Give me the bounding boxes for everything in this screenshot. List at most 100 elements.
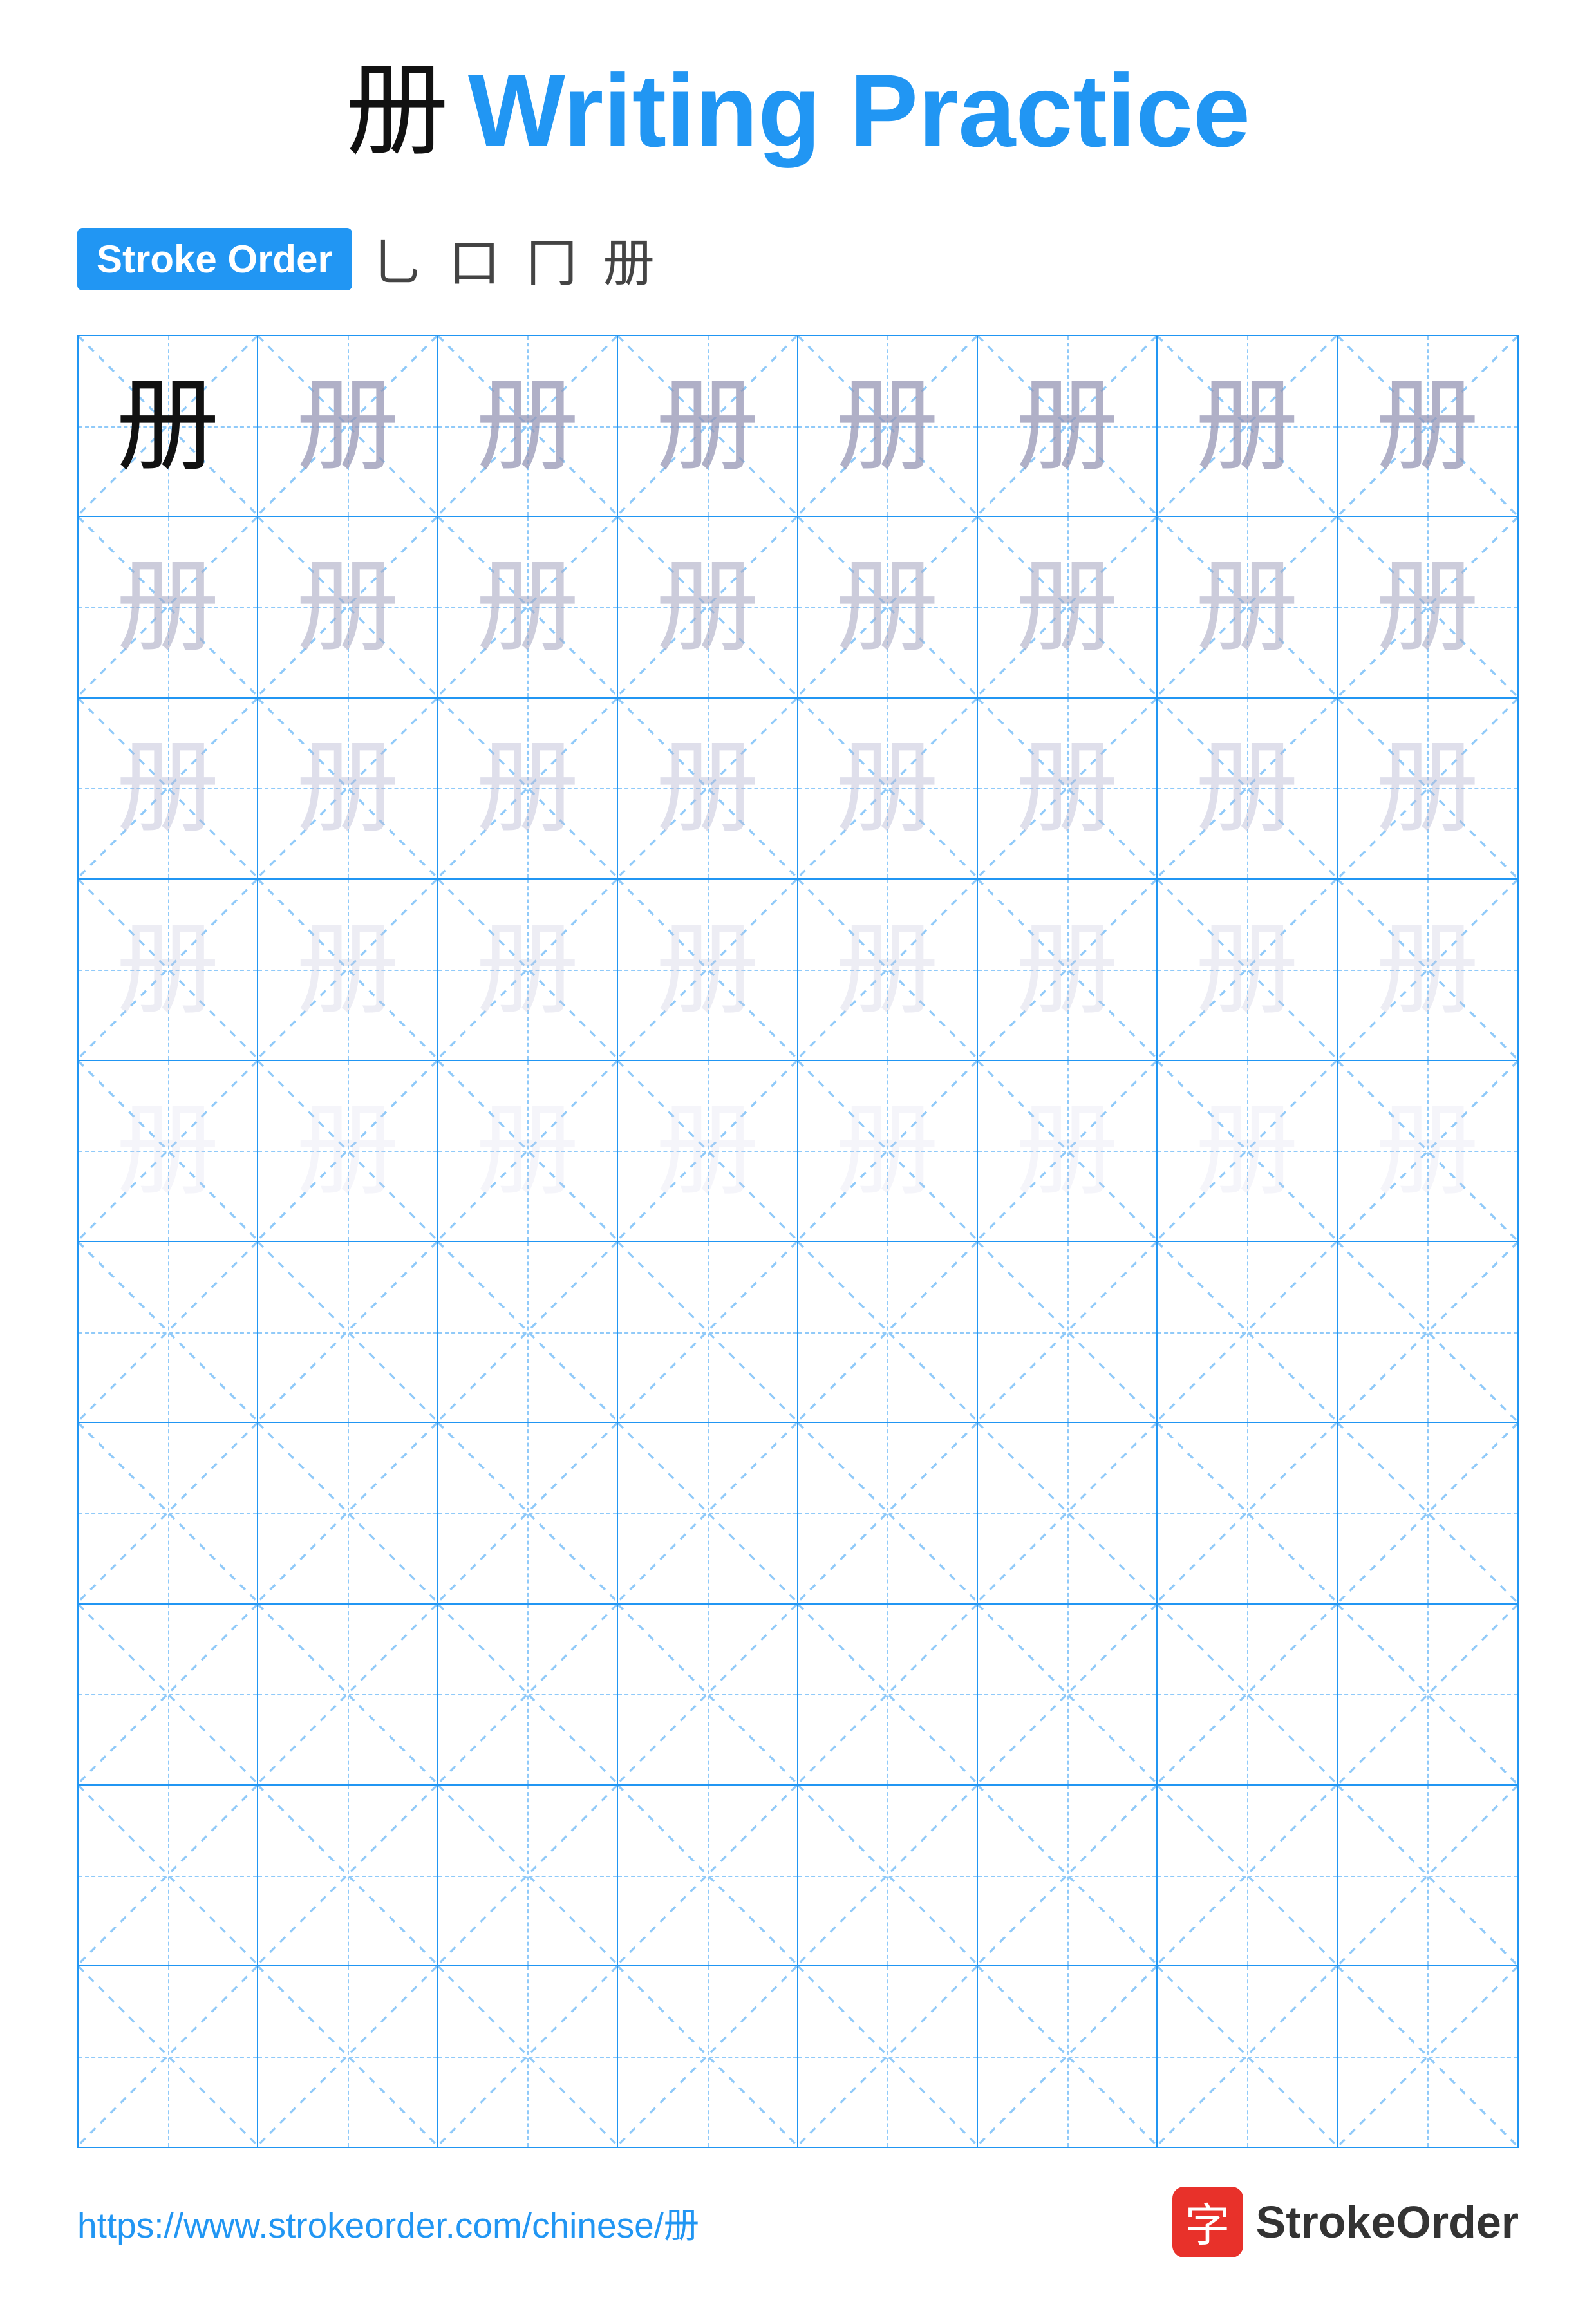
grid-cell[interactable]: 册 <box>258 517 438 697</box>
grid-row: 册 册 册 册 册 册 册 <box>79 517 1517 698</box>
grid-cell[interactable]: 册 <box>798 517 978 697</box>
grid-cell[interactable] <box>1338 1966 1517 2146</box>
practice-char: 册 <box>1016 375 1119 478</box>
stroke-order-badge: Stroke Order <box>77 228 352 290</box>
footer-url[interactable]: https://www.strokeorder.com/chinese/册 <box>77 2196 699 2248</box>
grid-cell[interactable]: 册 <box>618 517 798 697</box>
grid-cell[interactable]: 册 <box>79 336 258 516</box>
grid-cell[interactable]: 册 <box>798 699 978 878</box>
grid-cell[interactable]: 册 <box>618 699 798 878</box>
grid-cell[interactable] <box>1158 1786 1337 1965</box>
grid-cell[interactable]: 册 <box>1158 699 1337 878</box>
practice-char: 册 <box>1376 918 1479 1021</box>
practice-char: 册 <box>476 375 579 478</box>
grid-cell[interactable] <box>79 1966 258 2146</box>
grid-cell[interactable]: 册 <box>978 517 1158 697</box>
grid-cell[interactable] <box>798 1786 978 1965</box>
grid-cell[interactable]: 册 <box>1338 880 1517 1059</box>
grid-cell[interactable]: 册 <box>1158 336 1337 516</box>
grid-row: 册 册 册 册 册 册 册 <box>79 1061 1517 1242</box>
grid-cell[interactable] <box>258 1966 438 2146</box>
grid-cell[interactable]: 册 <box>798 880 978 1059</box>
grid-cell[interactable]: 册 <box>438 336 618 516</box>
grid-cell[interactable]: 册 <box>258 336 438 516</box>
grid-cell[interactable]: 册 <box>79 880 258 1059</box>
grid-cell[interactable]: 册 <box>798 1061 978 1241</box>
grid-cell[interactable]: 册 <box>258 1061 438 1241</box>
practice-char: 册 <box>476 556 579 659</box>
grid-cell[interactable]: 册 <box>438 517 618 697</box>
grid-cell[interactable]: 册 <box>978 880 1158 1059</box>
grid-cell[interactable] <box>1338 1605 1517 1784</box>
grid-cell[interactable] <box>438 1966 618 2146</box>
grid-cell[interactable]: 册 <box>978 336 1158 516</box>
stroke-step-1: 乚 <box>371 221 423 296</box>
grid-cell[interactable]: 册 <box>1158 517 1337 697</box>
grid-cell[interactable] <box>978 1605 1158 1784</box>
grid-cell[interactable]: 册 <box>79 517 258 697</box>
grid-cell[interactable] <box>79 1242 258 1422</box>
grid-cell[interactable]: 册 <box>1338 336 1517 516</box>
grid-cell[interactable] <box>798 1966 978 2146</box>
grid-cell[interactable] <box>1158 1423 1337 1603</box>
grid-cell[interactable] <box>618 1966 798 2146</box>
grid-cell[interactable] <box>1158 1242 1337 1422</box>
grid-cell[interactable]: 册 <box>618 336 798 516</box>
grid-cell[interactable]: 册 <box>258 699 438 878</box>
grid-cell[interactable]: 册 <box>798 336 978 516</box>
grid-cell[interactable] <box>438 1605 618 1784</box>
grid-cell[interactable] <box>258 1242 438 1422</box>
grid-cell[interactable]: 册 <box>258 880 438 1059</box>
grid-cell[interactable] <box>1158 1605 1337 1784</box>
grid-cell[interactable] <box>438 1423 618 1603</box>
strokeorder-logo-text: StrokeOrder <box>1256 2196 1519 2248</box>
practice-char: 册 <box>476 918 579 1021</box>
grid-cell[interactable] <box>79 1423 258 1603</box>
grid-cell[interactable] <box>1338 1242 1517 1422</box>
grid-cell[interactable] <box>978 1966 1158 2146</box>
grid-cell[interactable]: 册 <box>79 1061 258 1241</box>
grid-cell[interactable] <box>1158 1966 1337 2146</box>
grid-cell[interactable]: 册 <box>438 699 618 878</box>
grid-cell[interactable]: 册 <box>618 1061 798 1241</box>
grid-cell[interactable] <box>978 1786 1158 1965</box>
practice-char: 册 <box>1016 556 1119 659</box>
grid-cell[interactable] <box>1338 1423 1517 1603</box>
grid-cell[interactable]: 册 <box>978 1061 1158 1241</box>
grid-cell[interactable]: 册 <box>1338 1061 1517 1241</box>
grid-cell[interactable] <box>258 1423 438 1603</box>
grid-cell[interactable] <box>438 1786 618 1965</box>
grid-cell[interactable] <box>258 1605 438 1784</box>
grid-row <box>79 1966 1517 2146</box>
grid-cell[interactable] <box>798 1423 978 1603</box>
grid-cell[interactable] <box>79 1605 258 1784</box>
grid-row <box>79 1242 1517 1423</box>
grid-cell[interactable] <box>978 1423 1158 1603</box>
grid-cell[interactable]: 册 <box>1158 1061 1337 1241</box>
grid-cell[interactable] <box>438 1242 618 1422</box>
grid-cell[interactable] <box>618 1605 798 1784</box>
grid-cell[interactable]: 册 <box>438 1061 618 1241</box>
grid-cell[interactable] <box>798 1605 978 1784</box>
grid-cell[interactable] <box>798 1242 978 1422</box>
grid-cell[interactable] <box>618 1423 798 1603</box>
grid-cell[interactable] <box>618 1242 798 1422</box>
stroke-step-3: 冂 <box>526 221 577 296</box>
grid-cell[interactable]: 册 <box>1338 517 1517 697</box>
grid-cell[interactable]: 册 <box>79 699 258 878</box>
grid-cell[interactable] <box>618 1786 798 1965</box>
practice-char: 册 <box>296 375 399 478</box>
grid-row <box>79 1423 1517 1604</box>
grid-cell[interactable] <box>258 1786 438 1965</box>
grid-cell[interactable] <box>79 1786 258 1965</box>
grid-cell[interactable] <box>1338 1786 1517 1965</box>
grid-cell[interactable]: 册 <box>1158 880 1337 1059</box>
grid-cell[interactable]: 册 <box>978 699 1158 878</box>
grid-cell[interactable]: 册 <box>618 880 798 1059</box>
practice-char: 册 <box>836 1099 939 1202</box>
grid-cell[interactable]: 册 <box>1338 699 1517 878</box>
practice-char: 册 <box>836 375 939 478</box>
practice-char: 册 <box>1376 1099 1479 1202</box>
grid-cell[interactable] <box>978 1242 1158 1422</box>
grid-cell[interactable]: 册 <box>438 880 618 1059</box>
